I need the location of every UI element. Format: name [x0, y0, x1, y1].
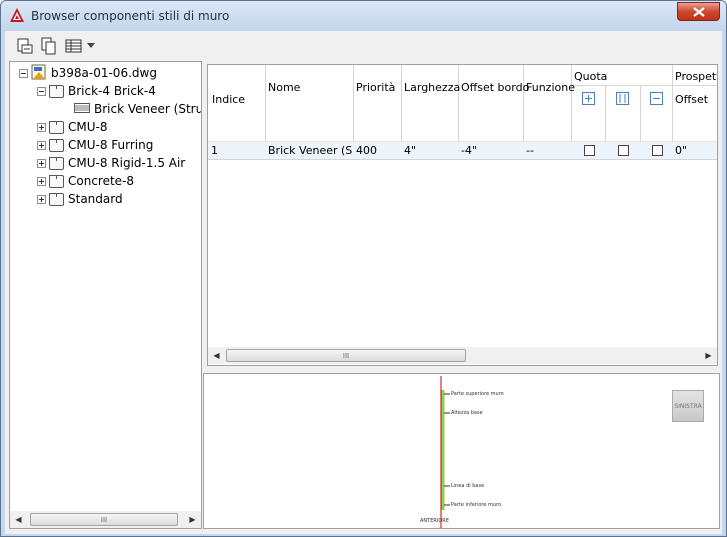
viewcube[interactable]: SINISTRA — [672, 390, 704, 422]
col-offset[interactable]: Offset — [675, 93, 708, 106]
tree-item-concrete-8[interactable]: Concrete-8 — [37, 172, 134, 190]
close-icon — [692, 6, 705, 17]
scroll-right-icon[interactable]: ▶ — [184, 511, 201, 528]
tree-item-cmu-8-rigid[interactable]: CMU-8 Rigid-1.5 Air — [37, 154, 185, 172]
dimension-sides-icon — [616, 92, 629, 108]
tree-item-label: Brick Veneer (Structu — [94, 102, 201, 116]
scroll-thumb[interactable]: III — [226, 349, 466, 362]
drawing-file-icon — [31, 64, 47, 83]
wall-style-tree: b398a-01-06.dwg Brick-4 Brick-4 Brick Ve… — [9, 61, 202, 529]
col-funzione[interactable]: Funzione — [526, 81, 575, 94]
wall-component-icon — [74, 102, 90, 117]
cell-indice: 1 — [211, 144, 218, 157]
viewcube-label: SINISTRA — [674, 402, 702, 410]
col-offset-bordo[interactable]: Offset bordo — [461, 81, 529, 94]
components-grid: Indice Nome Priorità Larghezza Offset bo… — [207, 64, 718, 366]
dimension-edge-icon — [650, 92, 663, 108]
preview-label-bottom: Parte inferiore muro — [451, 502, 502, 508]
tree-item-cmu-8-furring[interactable]: CMU-8 Furring — [37, 136, 153, 154]
tree-horizontal-scrollbar[interactable]: ◀ III ▶ — [10, 511, 201, 528]
wall-style-icon — [49, 120, 64, 134]
wall-style-icon — [49, 84, 64, 98]
dimension-center-icon — [582, 92, 595, 108]
tree-item-cmu-8[interactable]: CMU-8 — [37, 118, 107, 136]
chevron-down-icon — [87, 43, 95, 48]
col-priorita[interactable]: Priorità — [356, 81, 395, 94]
tree-item-label: Concrete-8 — [68, 174, 135, 188]
col-quota[interactable]: Quota — [574, 70, 607, 83]
expand-icon[interactable] — [37, 194, 46, 204]
tree-root-label: b398a-01-06.dwg — [51, 66, 157, 80]
scroll-right-icon[interactable]: ▶ — [700, 347, 717, 364]
toolbar — [5, 31, 722, 61]
wall-style-icon — [49, 138, 64, 152]
quota-sides-checkbox[interactable] — [618, 145, 629, 156]
dialog-window: Browser componenti stili di muro b398a-0… — [0, 0, 727, 537]
table-row[interactable]: 1 Brick Veneer (St... 400 4" -4" -- 0" — [208, 142, 717, 159]
tree-item-standard[interactable]: Standard — [37, 190, 123, 208]
col-indice[interactable]: Indice — [212, 93, 245, 106]
preview-label-baseline: Linea di base — [451, 483, 485, 489]
quota-center-checkbox[interactable] — [584, 145, 595, 156]
import-icon — [17, 38, 33, 54]
copy-icon — [41, 37, 56, 55]
wall-style-icon — [49, 174, 64, 188]
grid-horizontal-scrollbar[interactable]: ◀ III ▶ — [208, 347, 717, 364]
cell-offset-bordo[interactable]: -4" — [461, 144, 521, 157]
expand-icon[interactable] — [37, 158, 46, 168]
quota-edge-checkbox[interactable] — [652, 145, 663, 156]
import-button[interactable] — [15, 36, 35, 56]
cell-larghezza[interactable]: 4" — [404, 144, 456, 157]
tree-item-label: CMU-8 Rigid-1.5 Air — [68, 156, 186, 170]
tree-root[interactable]: b398a-01-06.dwg — [19, 64, 157, 82]
table-view-button[interactable] — [64, 36, 84, 56]
tree-item-label: Standard — [68, 192, 123, 206]
collapse-icon[interactable] — [19, 68, 28, 78]
preview-label-top: Parte superiore muro — [451, 391, 504, 397]
cell-nome[interactable]: Brick Veneer (St... — [268, 144, 352, 157]
tree-item-label: CMU-8 — [68, 120, 108, 134]
copy-button[interactable] — [39, 36, 59, 56]
collapse-icon[interactable] — [37, 86, 46, 96]
scroll-left-icon[interactable]: ◀ — [208, 347, 225, 364]
scroll-thumb[interactable]: III — [30, 513, 178, 526]
dialog-client: b398a-01-06.dwg Brick-4 Brick-4 Brick Ve… — [5, 31, 722, 534]
scroll-left-icon[interactable]: ◀ — [10, 511, 27, 528]
col-prospetto[interactable]: Prospett — [675, 70, 717, 83]
tree-item-label: Brick-4 Brick-4 — [68, 84, 156, 98]
expand-icon[interactable] — [37, 140, 46, 150]
tree-item-brick-4[interactable]: Brick-4 Brick-4 — [37, 82, 156, 100]
window-title: Browser componenti stili di muro — [31, 9, 230, 23]
col-larghezza[interactable]: Larghezza — [404, 81, 460, 94]
cell-funzione[interactable]: -- — [526, 144, 570, 157]
expand-icon[interactable] — [37, 122, 46, 132]
wall-style-icon — [49, 192, 64, 206]
autocad-logo-icon — [9, 7, 25, 23]
table-view-icon — [65, 39, 82, 53]
cell-offset[interactable]: 0" — [675, 144, 715, 157]
close-button[interactable] — [677, 2, 720, 21]
expand-icon[interactable] — [37, 176, 46, 186]
wall-preview: Parte superiore muro Altezza base Linea … — [203, 373, 720, 529]
cell-priorita[interactable]: 400 — [356, 144, 400, 157]
tree-item-brick-veneer[interactable]: Brick Veneer (Structu — [74, 100, 201, 118]
title-bar: Browser componenti stili di muro — [1, 1, 726, 31]
preview-label-base-height: Altezza base — [451, 410, 483, 416]
preview-label-front: ANTERIORE — [420, 518, 449, 524]
tree-item-label: CMU-8 Furring — [68, 138, 154, 152]
view-dropdown-button[interactable] — [85, 36, 97, 56]
col-nome[interactable]: Nome — [268, 81, 300, 94]
wall-style-icon — [49, 156, 64, 170]
